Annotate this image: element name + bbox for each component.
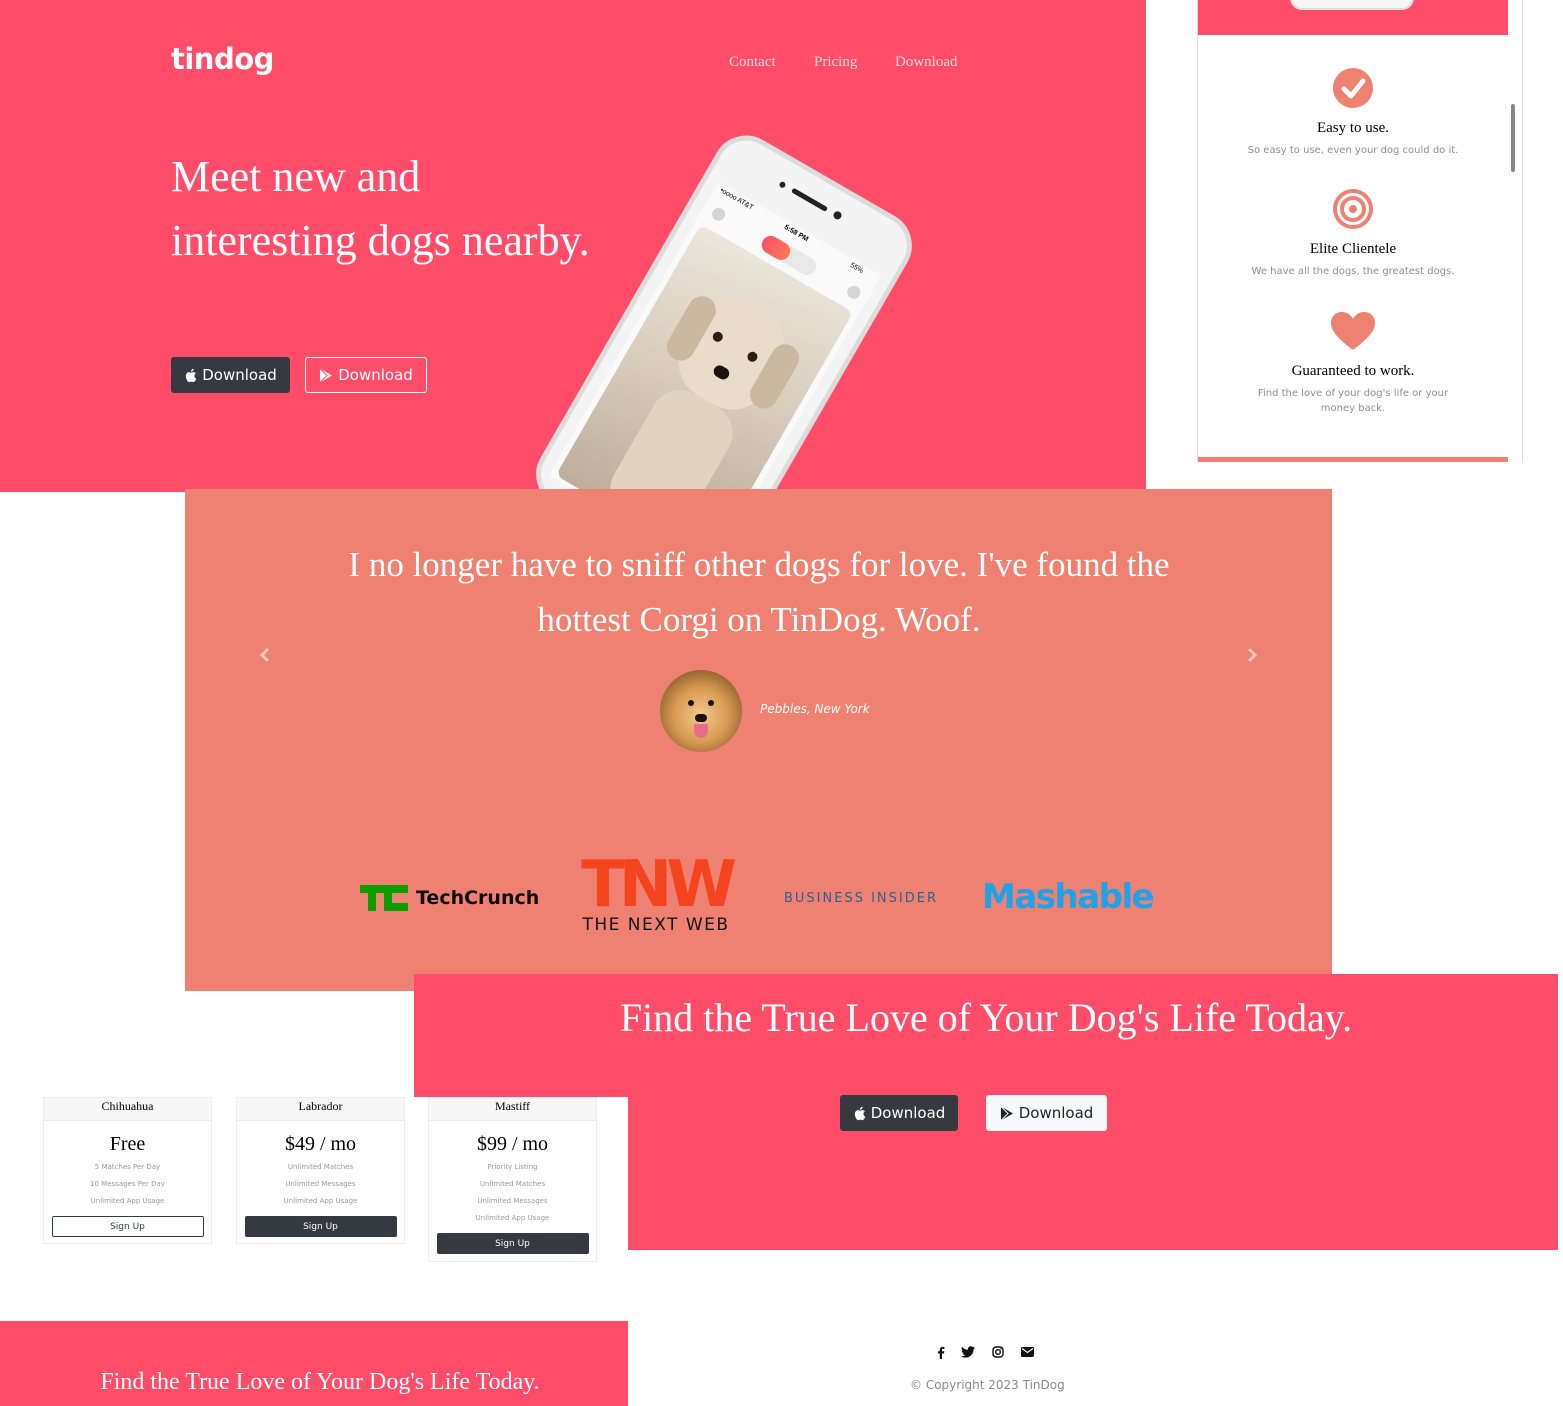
pricing-feature: Unlimited Matches [479,1180,546,1188]
pricing-feature: Unlimited App Usage [90,1197,165,1205]
carousel-prev-button[interactable] [259,643,271,669]
pricing-card-mastiff: Mastiff $99 / mo Priority Listing Unlimi… [428,1097,597,1262]
pricing-price: Free [109,1133,146,1155]
pricing-price: $49 / mo [284,1133,357,1155]
techcrunch-mark-icon [360,885,408,911]
pricing-card-labrador: Labrador $49 / mo Unlimited Matches Unli… [236,1097,405,1244]
pricing-price: $99 / mo [476,1133,549,1155]
chevron-right-icon [1247,647,1258,663]
pricing-feature: Unlimited Matches [287,1163,354,1171]
cta-title: Find the True Love of Your Dog's Life To… [619,995,1353,1040]
facebook-icon[interactable] [932,1344,950,1360]
heart-icon [1331,312,1375,350]
scrollbar-thumb[interactable] [1511,104,1515,172]
cta-apple-download-button[interactable]: Download [840,1095,958,1131]
instagram-icon[interactable] [989,1344,1007,1360]
phone-battery: 55% [848,261,865,276]
tnw-logo: TNW THE NEXT WEB [568,851,744,937]
pricing-feature: 5 Matches Per Day [94,1163,161,1171]
brand-logo[interactable]: tindog [171,42,274,76]
testimonial-quote: I no longer have to sniff other dogs for… [348,545,1170,639]
pricing-feature: Unlimited App Usage [283,1197,358,1205]
feature-title: Guaranteed to work. [1291,363,1415,379]
envelope-icon[interactable] [1018,1344,1036,1360]
pricing-plan-name: Mastiff [429,1098,596,1121]
pricing-plan-name: Labrador [237,1098,404,1121]
pricing-feature: Unlimited Messages [285,1180,356,1188]
chat-icon [844,283,863,302]
nav-link-contact[interactable]: Contact [729,54,776,71]
feature-text: We have all the dogs, the greatest dogs. [1251,266,1455,277]
features-panel: Easy to use. So easy to use, even your d… [1197,0,1523,462]
cta-google-download-label: Download [1018,1104,1094,1122]
techcrunch-wordmark: TechCrunch [416,887,540,909]
feature-title: Easy to use. [1316,120,1390,136]
carousel-next-button[interactable] [1246,643,1258,669]
features-bottom-strip [1198,457,1508,462]
feature-title: Elite Clientele [1309,241,1397,257]
feature-text: Find the love of your dog's life or your… [1257,388,1449,414]
feature-text: So easy to use, even your dog could do i… [1247,145,1459,156]
pricing-card-chihuahua: Chihuahua Free 5 Matches Per Day 10 Mess… [43,1097,212,1244]
check-circle-icon [1333,68,1373,108]
techcrunch-logo: TechCrunch [360,885,539,911]
mashable-logo: Mashable [982,877,1155,917]
google-play-icon [1000,1105,1013,1121]
sign-up-button[interactable]: Sign Up [244,1216,397,1237]
pricing-feature: Priority Listing [487,1163,538,1171]
chevron-left-icon [259,647,270,663]
apple-icon [854,1106,865,1120]
testimonial-section: I no longer have to sniff other dogs for… [185,489,1332,991]
pricing-plan-name: Chihuahua [44,1098,211,1121]
footer [628,1290,1563,1406]
bottom-cta-section: Find the True Love of Your Dog's Life To… [0,1321,628,1406]
hero-apple-download-button[interactable]: Download [171,357,290,393]
pricing-feature: Unlimited Messages [477,1197,548,1205]
testimonial-avatar [660,670,742,752]
scroll-button-preview [1290,0,1414,10]
bullseye-icon [1333,189,1373,229]
features-top-strip [1198,0,1508,35]
hero-title: Meet new and interesting dogs nearby. [171,152,590,265]
twitter-icon[interactable] [959,1344,977,1360]
bottom-cta-title: Find the True Love of Your Dog's Life To… [100,1369,540,1395]
copyright-text: © Copyright 2023 TinDog [910,1378,1065,1392]
business-insider-logo: BUSINESS INSIDER [784,891,938,906]
hero-apple-download-label: Download [202,366,277,384]
hero-section: tindog Contact Pricing Download Meet new… [0,0,1146,492]
testimonial-author: Pebbles, New York [760,702,870,716]
hero-google-download-label: Download [338,366,413,384]
pricing-feature: Unlimited App Usage [475,1214,550,1222]
google-play-icon [319,367,333,383]
tnw-mark: TNW [581,848,737,922]
nav-link-pricing[interactable]: Pricing [814,54,857,71]
profile-icon [709,205,728,224]
cta-google-play-download-button[interactable]: Download [986,1095,1107,1131]
apple-icon [186,368,197,382]
hero-google-play-download-button[interactable]: Download [305,357,427,393]
cta-apple-download-label: Download [870,1104,946,1122]
nav-link-download[interactable]: Download [895,54,958,71]
tnw-wordmark: THE NEXT WEB [582,915,730,935]
sign-up-button[interactable]: Sign Up [51,1216,204,1237]
sign-up-button[interactable]: Sign Up [436,1233,589,1254]
pricing-feature: 10 Messages Per Day [90,1180,165,1188]
